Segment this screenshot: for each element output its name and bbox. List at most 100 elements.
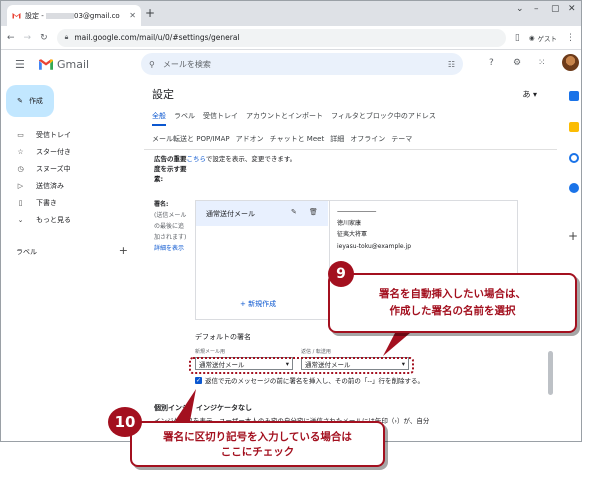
tab-close-icon[interactable]: ✕ [129, 11, 136, 20]
signature-line: 征夷大将軍 [337, 231, 368, 238]
new-signature-button[interactable]: + 新規作成 [240, 299, 276, 309]
calendar-icon[interactable] [569, 91, 579, 101]
main-menu-icon[interactable]: ☰ [15, 58, 31, 71]
signature-list-item[interactable]: 通常送付メール ✎ 🗑︎ [196, 201, 328, 226]
signature-desc: (送信メール [154, 212, 187, 219]
nav-item-sent[interactable]: ▷ 送信済み [1, 177, 131, 194]
guest-label: ゲスト [537, 34, 558, 43]
reload-icon[interactable]: ↻ [40, 33, 48, 43]
nav-item-drafts[interactable]: ▯ 下書き [1, 194, 131, 211]
details-link[interactable]: 詳細を表示 [154, 245, 184, 252]
select-highlight [189, 357, 414, 374]
divider [144, 149, 557, 150]
callout-text: ここにチェック [220, 446, 295, 458]
tab-offline[interactable]: オフライン [350, 134, 385, 144]
signature-label: 署名: (送信メール の最後に追 加されます) 詳細を表示 [154, 199, 194, 254]
tasks-icon[interactable] [569, 153, 579, 163]
address-bar-row: ← → ↻ 🔒︎ mail.google.com/mail/u/0/#setti… [1, 26, 581, 50]
compose-button[interactable]: ✎ 作成 [6, 85, 54, 117]
compose-label: 作成 [28, 97, 43, 105]
settings-tabs-row1: 全般 ラベル 受信トレイ アカウントとインポート フィルタとブロック中のアドレス [152, 111, 436, 126]
edit-pencil-icon[interactable]: ✎ [291, 208, 297, 216]
star-icon: ☆ [17, 147, 24, 156]
search-icon[interactable]: ⚲ [149, 60, 155, 69]
search-input[interactable]: ⚲ メールを検索 ☷ [141, 53, 463, 75]
close-window-icon[interactable]: ✕ [568, 4, 576, 14]
avatar[interactable] [562, 54, 579, 71]
signature-line: --------------------------------- [337, 208, 376, 215]
ads-importance-row: 広告の重要こちらで設定を表示、変更できます。 度を示す要 素: [154, 154, 484, 184]
tab-accounts[interactable]: アカウントとインポート [246, 111, 323, 126]
tab-title: 設定 - 03@gmail.co [25, 11, 120, 20]
tab-labels[interactable]: ラベル [174, 111, 195, 126]
tab-search-chevron-icon[interactable]: ⌄ [516, 4, 524, 14]
search-placeholder: メールを検索 [162, 59, 211, 69]
pencil-icon: ✎ [17, 97, 23, 105]
contacts-icon[interactable] [569, 183, 579, 193]
settings-gear-icon[interactable]: ⚙ [513, 58, 521, 68]
forward-icon[interactable]: → [24, 33, 32, 43]
url-field[interactable]: 🔒︎ mail.google.com/mail/u/0/#settings/ge… [56, 28, 506, 47]
gmail-favicon-icon [12, 13, 21, 19]
browser-window: 設定 - 03@gmail.co ✕ + ⌄ – ▢ ✕ ← → ↻ 🔒︎ ma… [0, 0, 582, 442]
help-icon[interactable]: ? [489, 58, 494, 68]
new-mail-label: 新規メール用 [195, 349, 226, 355]
nav-item-label: スター付き [36, 147, 71, 156]
callout-text: 作成した署名の名前を選択 [389, 305, 516, 317]
back-icon[interactable]: ← [7, 33, 15, 43]
browser-tab[interactable]: 設定 - 03@gmail.co ✕ [7, 5, 141, 26]
apps-grid-icon[interactable]: ⁙ [538, 58, 546, 68]
tab-filters[interactable]: フィルタとブロック中のアドレス [331, 111, 436, 126]
scrollbar[interactable] [548, 351, 553, 395]
tab-themes[interactable]: テーマ [391, 134, 412, 144]
more-vert-icon[interactable]: ⋮ [566, 33, 575, 43]
sent-icon: ▷ [17, 181, 24, 190]
checkbox-checked-icon[interactable]: ✓ [195, 376, 202, 384]
add-addon-icon[interactable]: + [568, 229, 578, 243]
tab-inbox[interactable]: 受信トレイ [203, 111, 238, 126]
trash-icon[interactable]: 🗑︎ [309, 208, 318, 216]
redacted-block [46, 12, 74, 19]
nav-item-inbox[interactable]: ▭ 受信トレイ [1, 126, 131, 143]
nav-item-label: 下書き [36, 198, 57, 207]
checkbox-label: 返信で元のメッセージの前に署名を挿入し、その前の「--」行を削除する。 [205, 377, 425, 385]
input-tools-button[interactable]: あ ▾ [522, 89, 537, 100]
ads-link[interactable]: こちら [187, 155, 206, 163]
inbox-icon: ▭ [17, 130, 24, 139]
signature-content[interactable]: --------------------------------- 徳川家康 征… [337, 206, 411, 252]
minimize-icon[interactable]: – [534, 4, 539, 14]
signature-heading: 署名: [154, 201, 169, 208]
side-panel-icon[interactable]: ▯ [515, 33, 520, 43]
tab-chat[interactable]: チャットと Meet [270, 134, 325, 144]
callout-text: 署名に区切り記号を入力している場合は [163, 431, 352, 443]
nav-item-label: 送信済み [36, 181, 64, 190]
maximize-icon[interactable]: ▢ [551, 4, 560, 14]
search-options-icon[interactable]: ☷ [448, 60, 455, 69]
default-signature-heading: デフォルトの署名 [195, 333, 251, 341]
tab-general[interactable]: 全般 [152, 111, 166, 126]
tab-forwarding[interactable]: メール転送と POP/IMAP [152, 134, 230, 144]
gmail-logo[interactable]: Gmail [39, 58, 89, 71]
gmail-header: ☰ Gmail ⚲ メールを検索 ☷ ? ⚙ ⁙ [1, 50, 581, 78]
ads-heading-3: 素: [154, 175, 164, 183]
labels-section: ラベル + [16, 244, 128, 257]
step-badge-9: 9 [328, 261, 354, 287]
ads-heading-2: 度を示す要 [154, 165, 187, 173]
tab-advanced[interactable]: 詳細 [330, 134, 344, 144]
lock-icon: 🔒︎ [64, 33, 69, 41]
nav-item-starred[interactable]: ☆ スター付き [1, 143, 131, 160]
new-tab-icon[interactable]: + [145, 6, 155, 20]
nav-item-snoozed[interactable]: ◷ スヌーズ中 [1, 160, 131, 177]
nav-item-label: スヌーズ中 [36, 164, 71, 173]
add-label-icon[interactable]: + [119, 244, 128, 257]
keep-icon[interactable] [569, 122, 579, 132]
insert-before-quote-checkbox[interactable]: ✓ 返信で元のメッセージの前に署名を挿入し、その前の「--」行を削除する。 [195, 375, 424, 385]
page-title: 設定 [152, 88, 174, 101]
snooze-icon: ◷ [17, 164, 24, 173]
guest-profile-button[interactable]: ◉ ゲスト [529, 33, 557, 43]
tab-strip: 設定 - 03@gmail.co ✕ + ⌄ – ▢ ✕ [1, 1, 581, 26]
nav-item-more[interactable]: ⌄ もっと見る [1, 211, 131, 228]
tab-addons[interactable]: アドオン [236, 134, 264, 144]
draft-icon: ▯ [18, 198, 23, 207]
settings-tabs-row2: メール転送と POP/IMAP アドオン チャットと Meet 詳細 オフライン… [152, 134, 412, 144]
